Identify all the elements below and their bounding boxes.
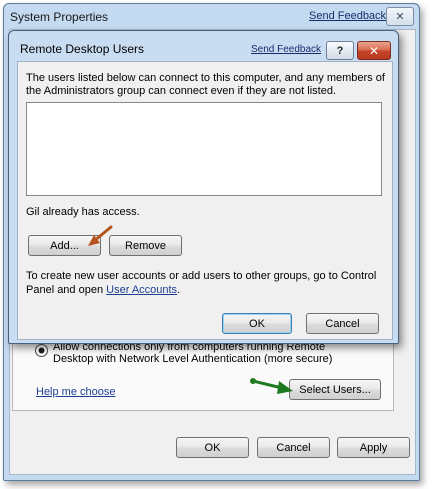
- annotation-arrows: [88, 225, 293, 394]
- add-arrow: [88, 225, 113, 246]
- select-users-arrow: [250, 378, 293, 394]
